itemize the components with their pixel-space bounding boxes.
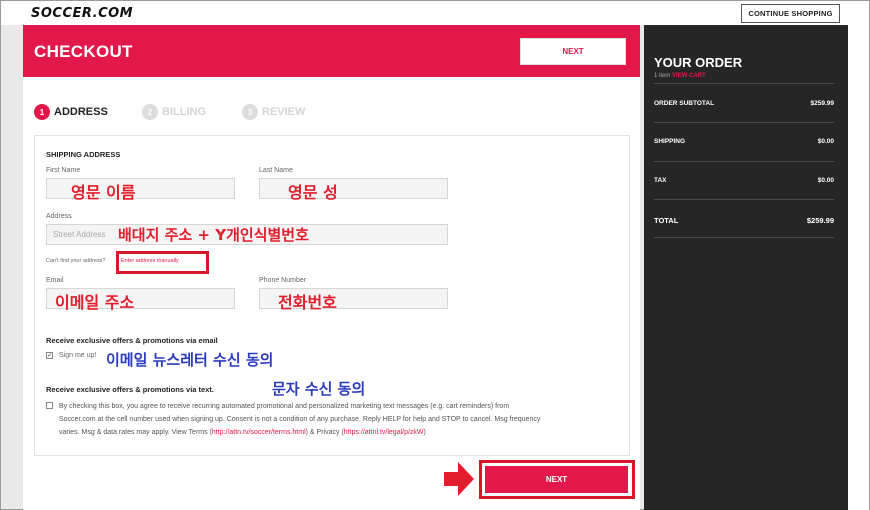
annotation-first-name: 영문 이름: [71, 183, 136, 202]
sms-consent-line: By checking this box, you agree to recei…: [59, 403, 510, 410]
step-label: ADDRESS: [54, 106, 108, 118]
divider: [654, 161, 834, 162]
step-billing[interactable]: 2 BILLING: [142, 104, 206, 120]
total-label: TOTAL: [654, 216, 679, 225]
subtotal-value: $259.99: [810, 100, 835, 107]
items-count: 1 item: [654, 73, 671, 79]
sms-consent-text: By checking this box, you agree to recei…: [59, 400, 627, 439]
tax-label: TAX: [654, 177, 667, 184]
order-title: YOUR ORDER: [654, 55, 743, 70]
tax-value: $0.00: [817, 177, 834, 184]
highlight-next-button: [479, 460, 635, 499]
annotation-address: 배대지 주소 + Y개인식별번호: [118, 226, 309, 244]
annotation-last-name: 영문 성: [288, 183, 338, 202]
shipping-value: $0.00: [817, 138, 834, 145]
sms-consent-line: Soccer.com at the cell number used when …: [59, 416, 541, 423]
divider: [654, 83, 834, 84]
annotation-email: 이메일 주소: [55, 293, 135, 312]
step-review[interactable]: 3 REVIEW: [242, 104, 305, 120]
first-name-label: First Name: [46, 167, 81, 174]
continue-shopping-button[interactable]: CONTINUE SHOPPING: [741, 4, 840, 23]
sms-consent-line: varies. Msg & data rates may apply. View…: [59, 426, 627, 439]
terms-link[interactable]: http://attn.tv/soccer/terms.html: [212, 429, 306, 436]
sms-consent-checkbox[interactable]: [46, 402, 53, 409]
highlight-enter-manually: [116, 251, 209, 274]
view-cart-link[interactable]: VIEW CART: [672, 73, 706, 79]
email-offers-title: Receive exclusive offers & promotions vi…: [46, 336, 218, 345]
step-number: 2: [142, 104, 158, 120]
address-placeholder: Street Address: [53, 230, 106, 239]
next-button-top[interactable]: NEXT: [520, 38, 626, 65]
email-label: Email: [46, 277, 64, 284]
step-address[interactable]: 1 ADDRESS: [34, 104, 108, 120]
phone-label: Phone Number: [259, 277, 307, 284]
right-margin: [848, 25, 869, 510]
items-line: 1 item VIEW CART: [654, 73, 706, 79]
soccer-com-logo[interactable]: SOCCER.COM: [31, 6, 133, 21]
site-header: SOCCER.COM CONTINUE SHOPPING: [1, 1, 869, 25]
shipping-label: SHIPPING: [654, 138, 686, 145]
total-value: $259.99: [806, 216, 834, 225]
arrow-right-icon: [444, 462, 474, 496]
annotation-phone: 전화번호: [278, 293, 337, 312]
divider: [654, 122, 834, 123]
divider: [654, 237, 834, 238]
step-number: 1: [34, 104, 50, 120]
page-title: CHECKOUT: [34, 42, 133, 61]
subtotal-label: ORDER SUBTOTAL: [654, 100, 715, 107]
sign-me-up-label: Sign me up!: [59, 352, 97, 359]
cant-find-address-text: Can't find your address?: [46, 258, 106, 264]
step-label: REVIEW: [262, 106, 306, 118]
sms-consent-line-mid: ) & Privacy (: [305, 429, 344, 436]
address-label: Address: [46, 213, 72, 220]
divider: [654, 199, 834, 200]
order-summary: YOUR ORDER 1 item VIEW CART ORDER SUBTOT…: [644, 25, 848, 510]
privacy-link[interactable]: https://attnl.tv/legal/p/zkW: [344, 429, 424, 436]
step-number: 3: [242, 104, 258, 120]
checkout-banner: CHECKOUT NEXT: [23, 25, 640, 77]
sms-consent-line-end: ): [423, 429, 426, 436]
annotation-sms: 문자 수신 동의: [272, 380, 366, 398]
last-name-label: Last Name: [259, 167, 293, 174]
sign-me-up-checkbox[interactable]: ✓: [46, 352, 53, 359]
text-offers-title: Receive exclusive offers & promotions vi…: [46, 385, 214, 394]
annotation-newsletter: 이메일 뉴스레터 수신 동의: [106, 351, 274, 369]
shipping-address-title: SHIPPING ADDRESS: [46, 150, 121, 159]
sms-consent-line-start: varies. Msg & data rates may apply. View…: [59, 429, 212, 436]
step-label: BILLING: [162, 106, 206, 118]
